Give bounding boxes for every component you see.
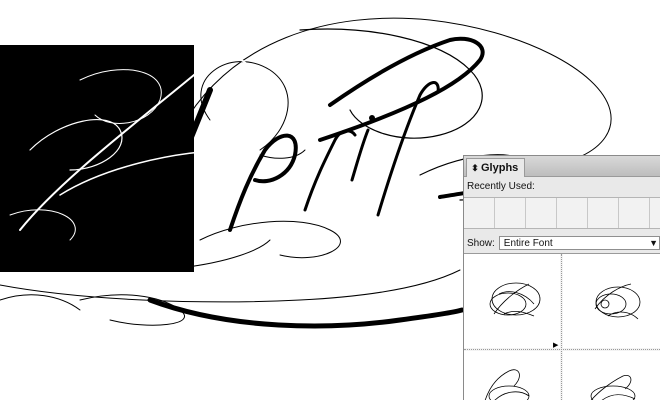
recently-used-row bbox=[464, 197, 660, 229]
recent-glyph-slot[interactable] bbox=[619, 198, 650, 228]
swash-glyph-4[interactable] bbox=[563, 351, 660, 400]
recent-glyph-slot[interactable] bbox=[557, 198, 588, 228]
recent-glyph-slot[interactable] bbox=[495, 198, 526, 228]
black-selection-rectangle[interactable] bbox=[0, 45, 194, 272]
swash-A-alt-glyph-icon bbox=[594, 283, 641, 320]
grid-divider bbox=[561, 254, 563, 400]
swash-glyph-3-icon bbox=[484, 369, 530, 400]
dropdown-arrow-icon[interactable]: ▼ bbox=[649, 237, 658, 250]
show-dropdown[interactable]: Entire Font ▼ bbox=[498, 236, 660, 250]
updown-arrows-icon[interactable]: ⬍ bbox=[471, 163, 479, 173]
grid-divider bbox=[464, 349, 660, 351]
recent-glyph-slot[interactable] bbox=[588, 198, 619, 228]
glyphs-tab[interactable]: ⬍ Glyphs bbox=[466, 158, 526, 177]
swash-A-alt-glyph[interactable] bbox=[563, 254, 660, 348]
show-label: Show: bbox=[467, 237, 495, 249]
swash-glyph-4-icon bbox=[590, 374, 636, 400]
panel-titlebar[interactable]: ⬍ Glyphs bbox=[464, 156, 660, 177]
i-dot bbox=[369, 115, 375, 121]
panel-title: Glyphs bbox=[481, 162, 519, 174]
recent-glyph-slot[interactable] bbox=[464, 198, 495, 228]
glyphs-panel[interactable]: ⬍ Glyphs Recently Used: Show: Entire Fon… bbox=[463, 155, 660, 400]
recently-used-label: Recently Used: bbox=[467, 181, 535, 192]
recent-glyph-slot[interactable] bbox=[526, 198, 557, 228]
show-row: Show: Entire Font ▼ bbox=[464, 233, 660, 253]
swash-A-glyph[interactable] bbox=[464, 254, 560, 348]
swash-A-glyph-icon bbox=[489, 282, 541, 317]
alternates-marker-icon[interactable]: ▶ bbox=[553, 341, 558, 349]
glyph-grid: ▶ bbox=[464, 253, 660, 400]
show-dropdown-value: Entire Font bbox=[503, 238, 553, 249]
swash-glyph-3[interactable] bbox=[464, 351, 560, 400]
